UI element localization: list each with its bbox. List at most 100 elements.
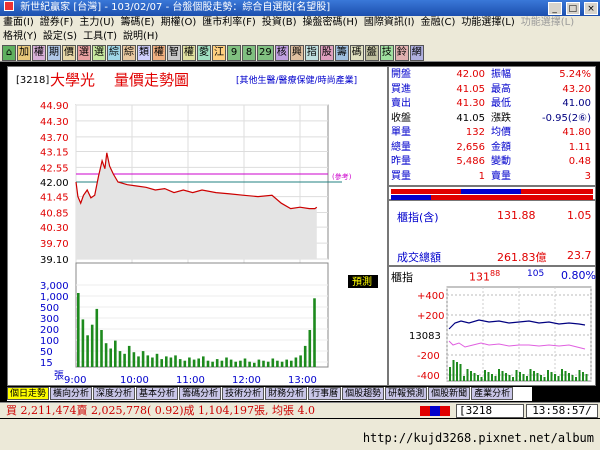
- tab-12[interactable]: 產業分析: [471, 387, 514, 400]
- menu-item-8[interactable]: 操盤密碼(H): [300, 17, 361, 28]
- menu-item-6[interactable]: 匯市利率(F): [199, 17, 259, 28]
- menu-item-1[interactable]: 格視(Y): [0, 31, 40, 42]
- quote-value-2: 3: [584, 170, 591, 182]
- mini-volume-bar: [550, 372, 553, 381]
- volume-bar: [308, 330, 312, 367]
- toolbar-button-23[interactable]: 碼: [349, 45, 364, 61]
- toolbar-button-11[interactable]: 智: [167, 45, 181, 61]
- toolbar-button-8[interactable]: 綜: [122, 45, 136, 61]
- analysis-tabs: 個日走勢 橫向分析 深度分析 基本分析 籌碼分析 技術分析 財務分析 行事曆 個股趨勢 研報預測個…: [7, 387, 532, 401]
- mini-volume-bar: [529, 369, 532, 381]
- volume-tick-label: 15: [40, 358, 53, 369]
- toolbar-button-2[interactable]: 權: [32, 45, 46, 61]
- menu-item-10[interactable]: 金融(C): [418, 17, 459, 28]
- toolbar-button-18[interactable]: 核: [274, 45, 289, 61]
- volume-bar: [174, 355, 177, 367]
- toolbar-button-14[interactable]: 江: [212, 45, 226, 61]
- minimize-button[interactable]: _: [547, 2, 562, 15]
- volume-bar: [257, 359, 261, 367]
- home-button[interactable]: ⌂: [2, 45, 16, 61]
- toolbar-button-10[interactable]: 權: [152, 45, 166, 61]
- menu-item-11[interactable]: 功能選擇(L): [458, 17, 517, 28]
- mini-chart-canvas: +400 +200 13083 -200 -400: [409, 286, 592, 382]
- tab-11[interactable]: 個股新聞: [428, 387, 471, 400]
- tab-6[interactable]: 技術分析: [222, 387, 265, 400]
- toolbar-button-13[interactable]: 愛: [197, 45, 211, 61]
- volume-bar: [294, 357, 298, 367]
- toolbar-button-6[interactable]: 選: [92, 45, 106, 61]
- toolbar-button-19[interactable]: 興: [289, 45, 304, 61]
- quote-value: 1: [478, 170, 485, 182]
- menu-item-1[interactable]: 畫面(I): [0, 17, 37, 28]
- price-tick-label: 44.90: [40, 101, 69, 112]
- tab-3[interactable]: 深度分析: [93, 387, 136, 400]
- toolbar-button-5[interactable]: 選: [77, 45, 91, 61]
- toolbar-button-20[interactable]: 指: [304, 45, 319, 61]
- tab-10[interactable]: 研報預測: [385, 387, 428, 400]
- tab-9[interactable]: 個股趨勢: [342, 387, 385, 400]
- toolbar-button-22[interactable]: 籌: [334, 45, 349, 61]
- toolbar-button-7[interactable]: 綜: [107, 45, 121, 61]
- toolbar-button-25[interactable]: 技: [379, 45, 394, 61]
- toolbar-button-17[interactable]: 29: [257, 45, 274, 61]
- tab-5[interactable]: 籌碼分析: [179, 387, 222, 400]
- price-tick-label: 42.55: [40, 163, 69, 174]
- tab-1[interactable]: 個日走勢: [7, 387, 50, 400]
- quote-label: 總量: [391, 141, 411, 153]
- price-tick-label: 39.70: [40, 239, 69, 250]
- menu-item-2[interactable]: 設定(S): [40, 31, 80, 42]
- mini-volume-bar: [568, 373, 570, 381]
- volume-bar: [100, 330, 103, 367]
- clock: 13:58:57/: [526, 404, 598, 418]
- toolbar-button-27[interactable]: 網: [409, 45, 424, 61]
- menu-item-2[interactable]: 證券(F): [37, 17, 77, 28]
- toolbar-button-4[interactable]: 價: [62, 45, 76, 61]
- menu-item-4[interactable]: 說明(H): [120, 31, 161, 42]
- menu-item-5[interactable]: 期權(O): [158, 17, 200, 28]
- close-button[interactable]: ×: [584, 2, 598, 15]
- toolbar-button-26[interactable]: 鈴: [394, 45, 409, 61]
- volume-bar: [141, 351, 145, 367]
- volume-bar: [285, 359, 288, 367]
- volume-bar: [234, 361, 237, 367]
- mini-volume-bar: [505, 373, 507, 381]
- volume-bar: [248, 361, 251, 367]
- volume-bar: [155, 353, 159, 367]
- toolbar-button-12[interactable]: 權: [182, 45, 196, 61]
- app-icon: [4, 1, 14, 11]
- title-bar: 新世紀贏家 [台灣] - 103/02/07 - 台盤個股走勢：綜合自選股[名望…: [0, 0, 600, 16]
- tab-4[interactable]: 基本分析: [136, 387, 179, 400]
- menu-item-3[interactable]: 工具(T): [80, 31, 120, 42]
- status-lights: [420, 406, 450, 416]
- volume-tick-label: 1,000: [40, 292, 69, 303]
- toolbar-button-9[interactable]: 類: [137, 45, 151, 61]
- toolbar-button-21[interactable]: 股: [319, 45, 334, 61]
- quote-value: 41.30: [456, 98, 485, 109]
- volume-bar: [229, 359, 233, 367]
- menu-item-9[interactable]: 國際資訊(I): [361, 17, 418, 28]
- toolbar-button-15[interactable]: 9: [227, 45, 241, 61]
- toolbar-button-3[interactable]: 期: [47, 45, 61, 61]
- toolbar-button-16[interactable]: 8: [242, 45, 256, 61]
- quote-panel: 開盤 42.00 振幅 5.24% 買進 41.05 最高 43.20 賣出 41.30 最低 41.…: [388, 66, 596, 186]
- menu-item-4[interactable]: 籌碼(E): [117, 17, 157, 28]
- menu-item-12[interactable]: 功能選擇(L): [518, 17, 577, 28]
- mini-volume-bar: [477, 375, 479, 381]
- volume-bar: [165, 356, 168, 367]
- menu-item-3[interactable]: 主力(U): [76, 17, 117, 28]
- toolbar-button-1[interactable]: 加: [17, 45, 31, 61]
- tab-2[interactable]: 橫向分析: [50, 387, 93, 400]
- sell-flow-segment: [461, 189, 521, 194]
- volume-bar: [123, 353, 126, 367]
- mini-volume-bar: [540, 375, 542, 381]
- tab-7[interactable]: 財務分析: [265, 387, 308, 400]
- menu-item-7[interactable]: 投資(B): [259, 17, 300, 28]
- quote-value-2: -0.95(2⑥): [541, 112, 591, 124]
- tab-8[interactable]: 行事曆: [308, 387, 342, 400]
- stock-code-input[interactable]: [3218: [456, 404, 524, 418]
- toolbar-button-24[interactable]: 盤: [364, 45, 379, 61]
- mini-volume-bar: [452, 360, 455, 381]
- volume-bar: [114, 340, 117, 367]
- maximize-button[interactable]: □: [565, 2, 580, 15]
- quote-value-2: 1.11: [568, 141, 591, 153]
